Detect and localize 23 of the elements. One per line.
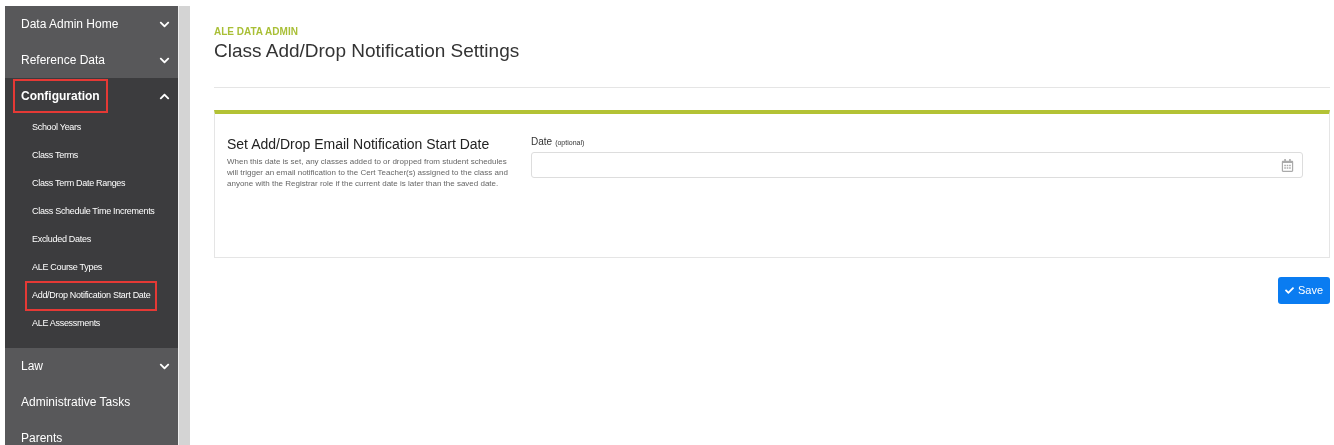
submenu-item[interactable]: Class Terms: [27, 143, 84, 169]
submenu-item[interactable]: Class Schedule Time Increments: [27, 199, 160, 225]
page-eyebrow: ALE DATA ADMIN: [214, 25, 299, 39]
nav-item[interactable]: Data Admin Home: [15, 9, 125, 39]
card-heading: Set Add/Drop Email Notification Start Date: [227, 135, 491, 154]
nav-item[interactable]: Administrative Tasks: [15, 387, 137, 417]
submenu-item[interactable]: Excluded Dates: [27, 227, 96, 253]
submenu-item[interactable]: School Years: [27, 115, 86, 141]
check-icon: [1284, 286, 1294, 295]
save-button[interactable]: Save: [1277, 277, 1330, 304]
page-title: Class Add/Drop Notification Settings: [214, 39, 521, 63]
submenu-item[interactable]: Class Term Date Ranges: [27, 171, 131, 197]
field-label: Date: [531, 135, 553, 149]
card-description: When this date is set, any classes added to or dropped from student schedules will trigger an email notification to the Cert Teacher(s) assigned to the class and anyone with the Registrar role if the current date is later than the saved date.: [227, 156, 509, 189]
nav-item[interactable]: Configuration: [15, 81, 106, 111]
submenu-item[interactable]: Add/Drop Notification Start Date: [27, 283, 156, 309]
date-field[interactable]: [531, 152, 1303, 178]
submenu-item[interactable]: ALE Course Types: [27, 255, 108, 281]
nav-item[interactable]: Reference Data: [15, 45, 112, 75]
scrollbar[interactable]: [178, 6, 190, 445]
submenu-item[interactable]: ALE Assessments: [27, 311, 106, 337]
nav-item[interactable]: Parents: [15, 423, 69, 445]
nav-item[interactable]: Law: [15, 351, 49, 381]
